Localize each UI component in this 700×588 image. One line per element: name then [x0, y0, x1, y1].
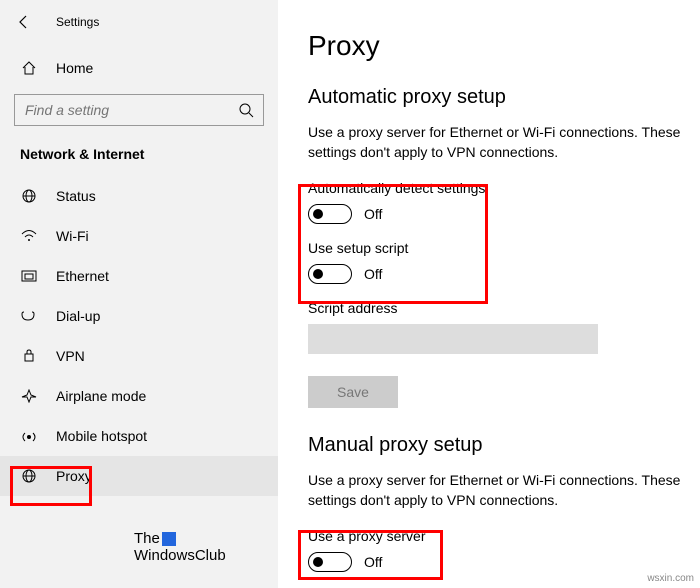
sidebar-item-dialup[interactable]: Dial-up	[0, 296, 278, 336]
toggle-knob	[313, 269, 323, 279]
airplane-icon	[20, 389, 38, 403]
auto-detect-state: Off	[364, 206, 382, 222]
content-pane: Proxy Automatic proxy setup Use a proxy …	[278, 0, 700, 588]
dialup-label: Dial-up	[56, 308, 100, 324]
hotspot-label: Mobile hotspot	[56, 428, 147, 444]
proxy-icon	[20, 469, 38, 483]
proxy-server-state: Off	[364, 554, 382, 570]
toggle-knob	[313, 557, 323, 567]
sidebar-header: Settings	[0, 0, 278, 50]
auto-heading: Automatic proxy setup	[308, 86, 700, 109]
watermark-line1: The	[134, 530, 160, 547]
dialup-icon	[20, 309, 38, 323]
auto-desc: Use a proxy server for Ethernet or Wi-Fi…	[308, 123, 688, 162]
watermark: The WindowsClub	[134, 530, 226, 565]
setup-script-toggle[interactable]	[308, 264, 352, 284]
home-icon	[20, 60, 38, 76]
ethernet-label: Ethernet	[56, 268, 109, 284]
wifi-icon	[20, 229, 38, 243]
setup-script-label: Use setup script	[308, 240, 700, 256]
script-address-input	[308, 324, 598, 354]
vpn-icon	[20, 349, 38, 363]
back-button[interactable]	[12, 10, 36, 34]
footer-credit: wsxin.com	[647, 573, 694, 584]
script-address-label: Script address	[308, 300, 700, 316]
watermark-logo-icon	[162, 532, 176, 546]
watermark-line2: WindowsClub	[134, 547, 226, 564]
toggle-knob	[313, 209, 323, 219]
proxy-server-label: Use a proxy server	[308, 528, 700, 544]
arrow-left-icon	[16, 14, 32, 30]
status-label: Status	[56, 188, 96, 204]
proxy-server-group: Use a proxy server Off	[308, 528, 700, 572]
sidebar-section-title: Network & Internet	[0, 140, 278, 176]
airplane-label: Airplane mode	[56, 388, 146, 404]
wifi-label: Wi-Fi	[56, 228, 89, 244]
proxy-server-toggle[interactable]	[308, 552, 352, 572]
sidebar: Settings Home Network & Internet Status …	[0, 0, 278, 588]
sidebar-item-proxy[interactable]: Proxy	[0, 456, 278, 496]
search-icon[interactable]	[238, 102, 254, 118]
sidebar-item-hotspot[interactable]: Mobile hotspot	[0, 416, 278, 456]
search-input[interactable]	[14, 94, 264, 126]
manual-desc: Use a proxy server for Ethernet or Wi-Fi…	[308, 471, 688, 510]
page-title: Proxy	[308, 30, 700, 62]
sidebar-item-ethernet[interactable]: Ethernet	[0, 256, 278, 296]
sidebar-item-home[interactable]: Home	[0, 50, 278, 86]
proxy-label: Proxy	[56, 468, 92, 484]
save-button: Save	[308, 376, 398, 408]
ethernet-icon	[20, 269, 38, 283]
app-title: Settings	[56, 15, 99, 29]
auto-detect-label: Automatically detect settings	[308, 180, 700, 196]
manual-heading: Manual proxy setup	[308, 434, 700, 457]
sidebar-item-wifi[interactable]: Wi-Fi	[0, 216, 278, 256]
sidebar-item-status[interactable]: Status	[0, 176, 278, 216]
sidebar-item-vpn[interactable]: VPN	[0, 336, 278, 376]
status-icon	[20, 189, 38, 203]
vpn-label: VPN	[56, 348, 85, 364]
home-label: Home	[56, 60, 93, 76]
hotspot-icon	[20, 429, 38, 443]
sidebar-item-airplane[interactable]: Airplane mode	[0, 376, 278, 416]
search-box	[14, 94, 264, 126]
setup-script-state: Off	[364, 266, 382, 282]
auto-detect-toggle[interactable]	[308, 204, 352, 224]
auto-detect-group: Automatically detect settings Off	[308, 180, 700, 224]
setup-script-group: Use setup script Off	[308, 240, 700, 284]
